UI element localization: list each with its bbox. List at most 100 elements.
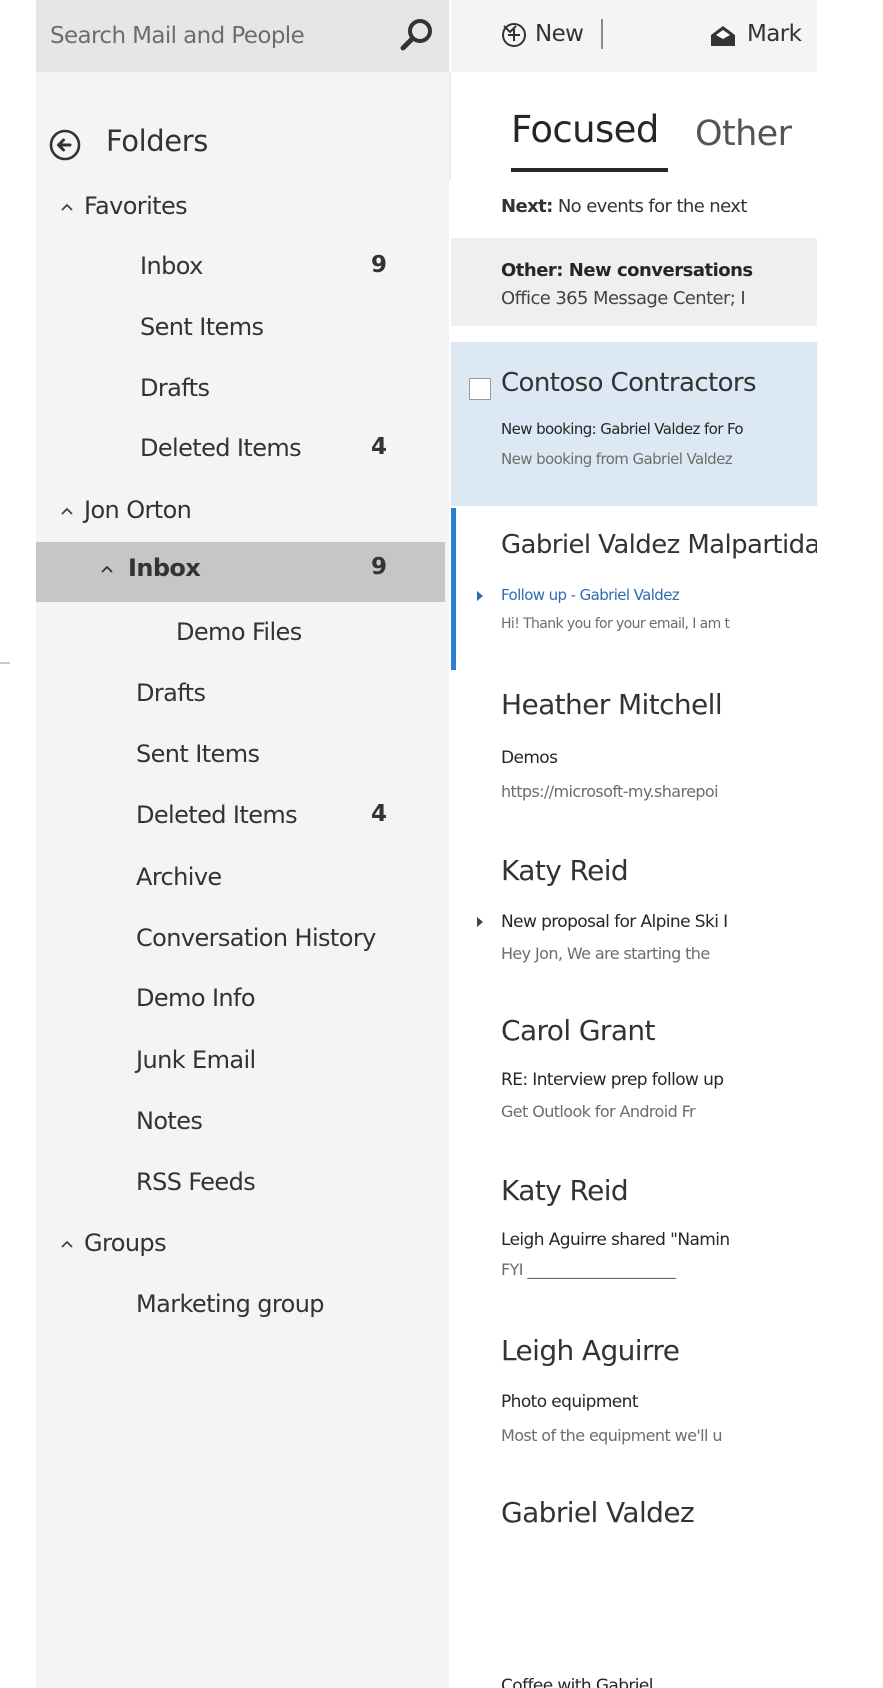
message-subject: Photo equipment <box>501 1392 639 1412</box>
expand-thread-icon[interactable] <box>475 590 485 602</box>
folders-label: Folders <box>106 124 208 158</box>
envelope-open-icon <box>711 26 735 46</box>
message-preview: Hey Jon, We are starting the <box>501 944 710 963</box>
favorite-inbox[interactable]: Inbox 9 <box>36 240 449 300</box>
message-preview: Get Outlook for Android Fr <box>501 1102 696 1121</box>
account-group-header[interactable]: Jon Orton <box>36 484 449 544</box>
message-subject: New booking: Gabriel Valdez for Fo <box>501 420 744 438</box>
unread-accent-bar <box>451 508 456 670</box>
message-preview: Hi! Thank you for your email, I am t <box>501 616 730 632</box>
message-sender: Carol Grant <box>501 1014 656 1047</box>
message-item[interactable]: Heather Mitchell Demos https://microsoft… <box>451 670 817 836</box>
folder-notes[interactable]: Notes <box>36 1095 449 1155</box>
folder-demo-info[interactable]: Demo Info <box>36 972 449 1032</box>
groups-label: Groups <box>84 1229 167 1257</box>
folder-label: RSS Feeds <box>136 1168 256 1196</box>
next-events-text: No events for the next <box>557 196 748 217</box>
search-input[interactable] <box>50 16 380 56</box>
tab-other[interactable]: Other <box>695 114 792 154</box>
folder-label: Sent Items <box>136 740 260 768</box>
message-preview: Most of the equipment we'll u <box>501 1426 722 1445</box>
message-subject: Follow up - Gabriel Valdez <box>501 586 680 604</box>
message-item[interactable]: Gabriel Valdez Coffee with Gabriel <box>451 1478 817 1688</box>
favorites-group-header[interactable]: Favorites <box>36 180 449 240</box>
folder-junk-email[interactable]: Junk Email <box>36 1034 449 1094</box>
folder-label: Inbox <box>128 554 201 582</box>
unread-count: 4 <box>371 801 388 827</box>
folder-navigation-pane: Folders Favorites Inbox 9 Sent Items Dra… <box>36 0 449 1688</box>
mark-as-read-button[interactable]: Mark <box>709 18 817 58</box>
message-list-pane: New Mark Focused Other Next: No events f… <box>451 0 817 1688</box>
new-label: New <box>535 21 584 47</box>
message-item[interactable]: Gabriel Valdez Malpartida Follow up - Ga… <box>451 508 817 670</box>
favorite-sent-items[interactable]: Sent Items <box>36 301 449 361</box>
folder-demo-files[interactable]: Demo Files <box>36 606 449 666</box>
groups-group-header[interactable]: Groups <box>36 1217 449 1277</box>
folder-label: Notes <box>136 1107 203 1135</box>
folder-drafts[interactable]: Drafts <box>36 667 449 727</box>
gutter-mark <box>0 662 10 664</box>
message-preview: FYI ____________________ <box>501 1260 676 1279</box>
account-inbox-selected[interactable]: Inbox 9 <box>36 542 445 602</box>
folder-label: Drafts <box>136 679 206 707</box>
toolbar: New Mark <box>451 0 817 72</box>
folder-label: Conversation History <box>136 924 376 952</box>
next-events-label: Next: <box>501 196 553 217</box>
message-preview: New booking from Gabriel Valdez <box>501 450 733 468</box>
folder-label: Inbox <box>140 252 203 280</box>
search-button[interactable] <box>388 14 432 58</box>
message-subject: Coffee with Gabriel <box>501 1676 654 1688</box>
folder-label: Demo Info <box>136 984 256 1012</box>
folder-label: Demo Files <box>176 618 302 646</box>
message-subject: Leigh Aguirre shared "Namin <box>501 1230 730 1250</box>
folder-label: Junk Email <box>136 1046 256 1074</box>
search-box <box>36 0 449 72</box>
message-subject: New proposal for Alpine Ski I <box>501 912 728 932</box>
message-sender: Heather Mitchell <box>501 688 723 721</box>
folder-label: Deleted Items <box>140 434 302 462</box>
message-item[interactable]: Carol Grant RE: Interview prep follow up… <box>451 996 817 1156</box>
tab-focused-underline <box>511 168 668 172</box>
favorite-deleted-items[interactable]: Deleted Items 4 <box>36 422 449 482</box>
message-sender: Katy Reid <box>501 854 629 887</box>
folder-conversation-history[interactable]: Conversation History <box>36 912 449 972</box>
folder-label: Sent Items <box>140 313 264 341</box>
search-icon <box>400 19 432 51</box>
unread-count: 9 <box>371 554 388 580</box>
message-sender: Leigh Aguirre <box>501 1334 680 1367</box>
favorite-drafts[interactable]: Drafts <box>36 362 449 422</box>
folder-archive[interactable]: Archive <box>36 851 449 911</box>
message-sender: Gabriel Valdez Malpartida <box>501 530 817 560</box>
folder-deleted-items[interactable]: Deleted Items 4 <box>36 789 449 849</box>
message-item[interactable]: Leigh Aguirre Photo equipment Most of th… <box>451 1316 817 1478</box>
other-banner-title: Other: New conversations <box>501 260 753 281</box>
folders-collapse-button[interactable]: Folders <box>36 118 449 170</box>
chevron-up-icon <box>101 565 113 573</box>
chevron-down-icon[interactable] <box>501 22 519 36</box>
expand-thread-icon[interactable] <box>475 916 485 928</box>
unread-count: 9 <box>371 252 388 278</box>
message-subject: Demos <box>501 748 558 768</box>
message-checkbox[interactable] <box>469 378 491 400</box>
tab-focused[interactable]: Focused <box>511 108 659 151</box>
other-conversations-banner[interactable]: Other: New conversations Office 365 Mess… <box>451 238 817 326</box>
message-item[interactable]: Katy Reid Leigh Aguirre shared "Namin FY… <box>451 1156 817 1316</box>
message-subject: RE: Interview prep follow up <box>501 1070 724 1090</box>
message-sender: Contoso Contractors <box>501 368 757 398</box>
chevron-up-icon <box>61 203 73 211</box>
group-marketing[interactable]: Marketing group <box>36 1278 449 1338</box>
unread-count: 4 <box>371 434 388 460</box>
account-label: Jon Orton <box>84 496 192 524</box>
message-preview: https://microsoft-my.sharepoi <box>501 782 719 801</box>
folder-rss-feeds[interactable]: RSS Feeds <box>36 1156 449 1216</box>
next-events-line: Next: No events for the next <box>501 196 747 217</box>
mark-label: Mark <box>747 21 802 47</box>
folder-label: Drafts <box>140 374 210 402</box>
group-label: Marketing group <box>136 1290 325 1318</box>
favorites-label: Favorites <box>84 192 188 220</box>
folder-label: Archive <box>136 863 222 891</box>
message-item[interactable]: Contoso Contractors New booking: Gabriel… <box>451 342 817 506</box>
folder-sent-items[interactable]: Sent Items <box>36 728 449 788</box>
back-arrow-icon <box>49 129 81 161</box>
message-item[interactable]: Katy Reid New proposal for Alpine Ski I … <box>451 836 817 996</box>
